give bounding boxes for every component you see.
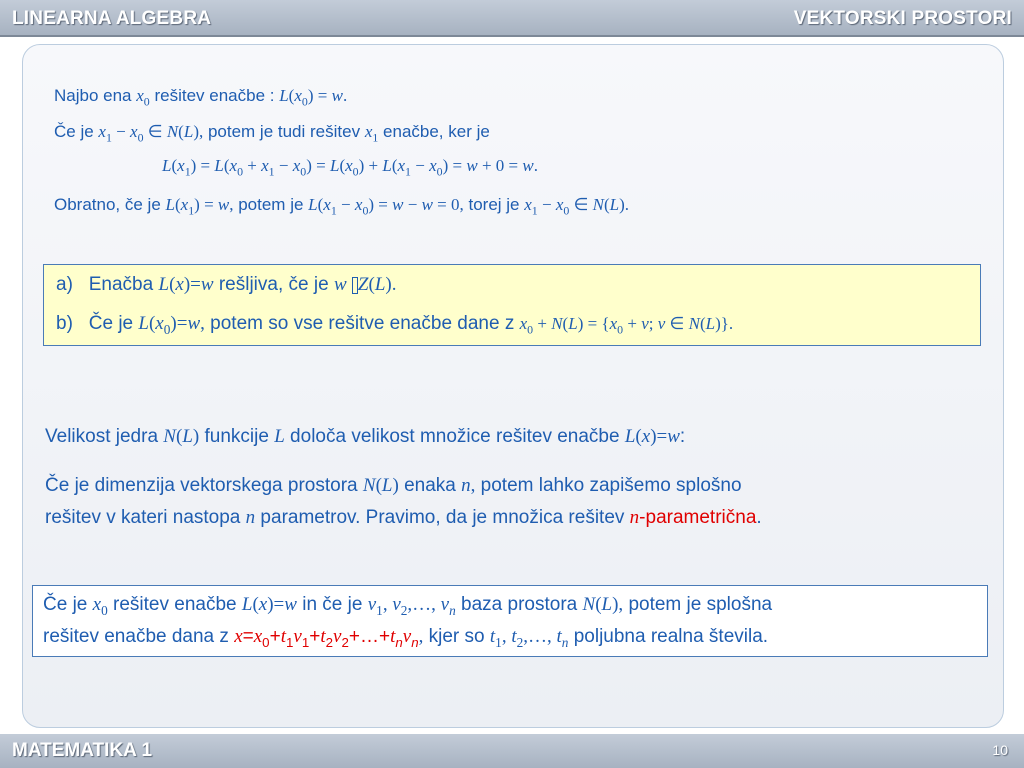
text: enaka	[398, 475, 462, 496]
text: .	[756, 507, 762, 528]
intro-line-2: Če je x1 − x0 ∈ N(L), potem je tudi reši…	[54, 122, 490, 145]
paragraph-kernel: Velikost jedra N(L) funkcije L določa ve…	[45, 426, 686, 447]
text: Če je	[54, 122, 99, 141]
course-title: LINEARNA ALGEBRA	[12, 8, 212, 29]
paragraph-dimension: Če je dimenzija vektorskega prostora N(L…	[45, 475, 762, 528]
text: Če je	[43, 594, 93, 615]
theorem-box: a) Enačba L(x)=w rešljiva, če je w Z(L).…	[43, 264, 981, 346]
text: :	[679, 426, 686, 447]
box2-line-2: rešitev enačbe dana z x=x0+t1v1+t2v2+…+t…	[43, 626, 769, 650]
text: Če je	[88, 313, 139, 334]
text: potem je tudi rešitev	[203, 122, 365, 141]
item-b-label: b)	[56, 313, 73, 334]
text: kjer so	[423, 626, 490, 647]
intro-line-1: Najbo ena x0 rešitev enačbe : L(x0) = w.	[54, 86, 348, 109]
text: parametrov. Pravimo, da je množica rešit…	[255, 507, 630, 528]
text: Obratno, če je	[54, 195, 166, 214]
highlight-term: -parametrična	[639, 507, 757, 528]
text: potem so vse rešitve enačbe dane z	[204, 313, 520, 334]
general-solution-formula: x=x0+t1v1+t2v2+…+tnvn	[234, 626, 419, 650]
text: rešljiva, če je	[213, 274, 334, 295]
text: torej je	[463, 195, 525, 214]
item-a-label: a)	[56, 274, 73, 295]
text: Velikost jedra	[45, 426, 164, 447]
text: baza prostora	[455, 594, 583, 615]
section-title: VEKTORSKI PROSTORI	[793, 8, 1012, 29]
intro-line-4: Obratno, če je L(x1) = w, potem je L(x1 …	[54, 195, 630, 218]
text: potem lahko zapišemo splošno	[475, 475, 742, 496]
box2-line-1: Če je x0 rešitev enačbe L(x)=w in če je …	[43, 594, 773, 618]
text: potem je	[233, 195, 309, 214]
text: poljubna realna števila.	[568, 626, 769, 647]
text: rešitev enačbe dana z	[43, 626, 235, 647]
text: Enačba	[88, 274, 159, 295]
footer-bar	[0, 734, 1024, 768]
page-number: 10	[992, 742, 1008, 758]
text: določa velikost množice rešitev enačbe	[284, 426, 625, 447]
text: potem je splošna	[623, 594, 773, 615]
header-divider	[0, 35, 1024, 37]
text: in če je	[296, 594, 368, 615]
text: rešitev enačbe :	[149, 86, 280, 105]
course-name: MATEMATIKA 1	[12, 740, 153, 761]
intro-line-3-equation: L(x1) = L(x0 + x1 − x0) = L(x0) + L(x1 −…	[162, 156, 538, 179]
text: rešitev v kateri nastopa	[45, 507, 246, 528]
text: funkcije	[199, 426, 275, 447]
item-a: a) Enačba L(x)=w rešljiva, če je w Z(L).	[56, 274, 397, 295]
text: enačbe, ker je	[378, 122, 490, 141]
text: rešitev enačbe	[107, 594, 242, 615]
text: Če je dimenzija vektorskega prostora	[45, 475, 363, 496]
text: Najbo ena	[54, 86, 137, 105]
general-solution-box: Če je x0 rešitev enačbe L(x)=w in če je …	[32, 585, 988, 657]
item-b: b) Če je L(x0)=w, potem so vse rešitve e…	[56, 313, 734, 337]
